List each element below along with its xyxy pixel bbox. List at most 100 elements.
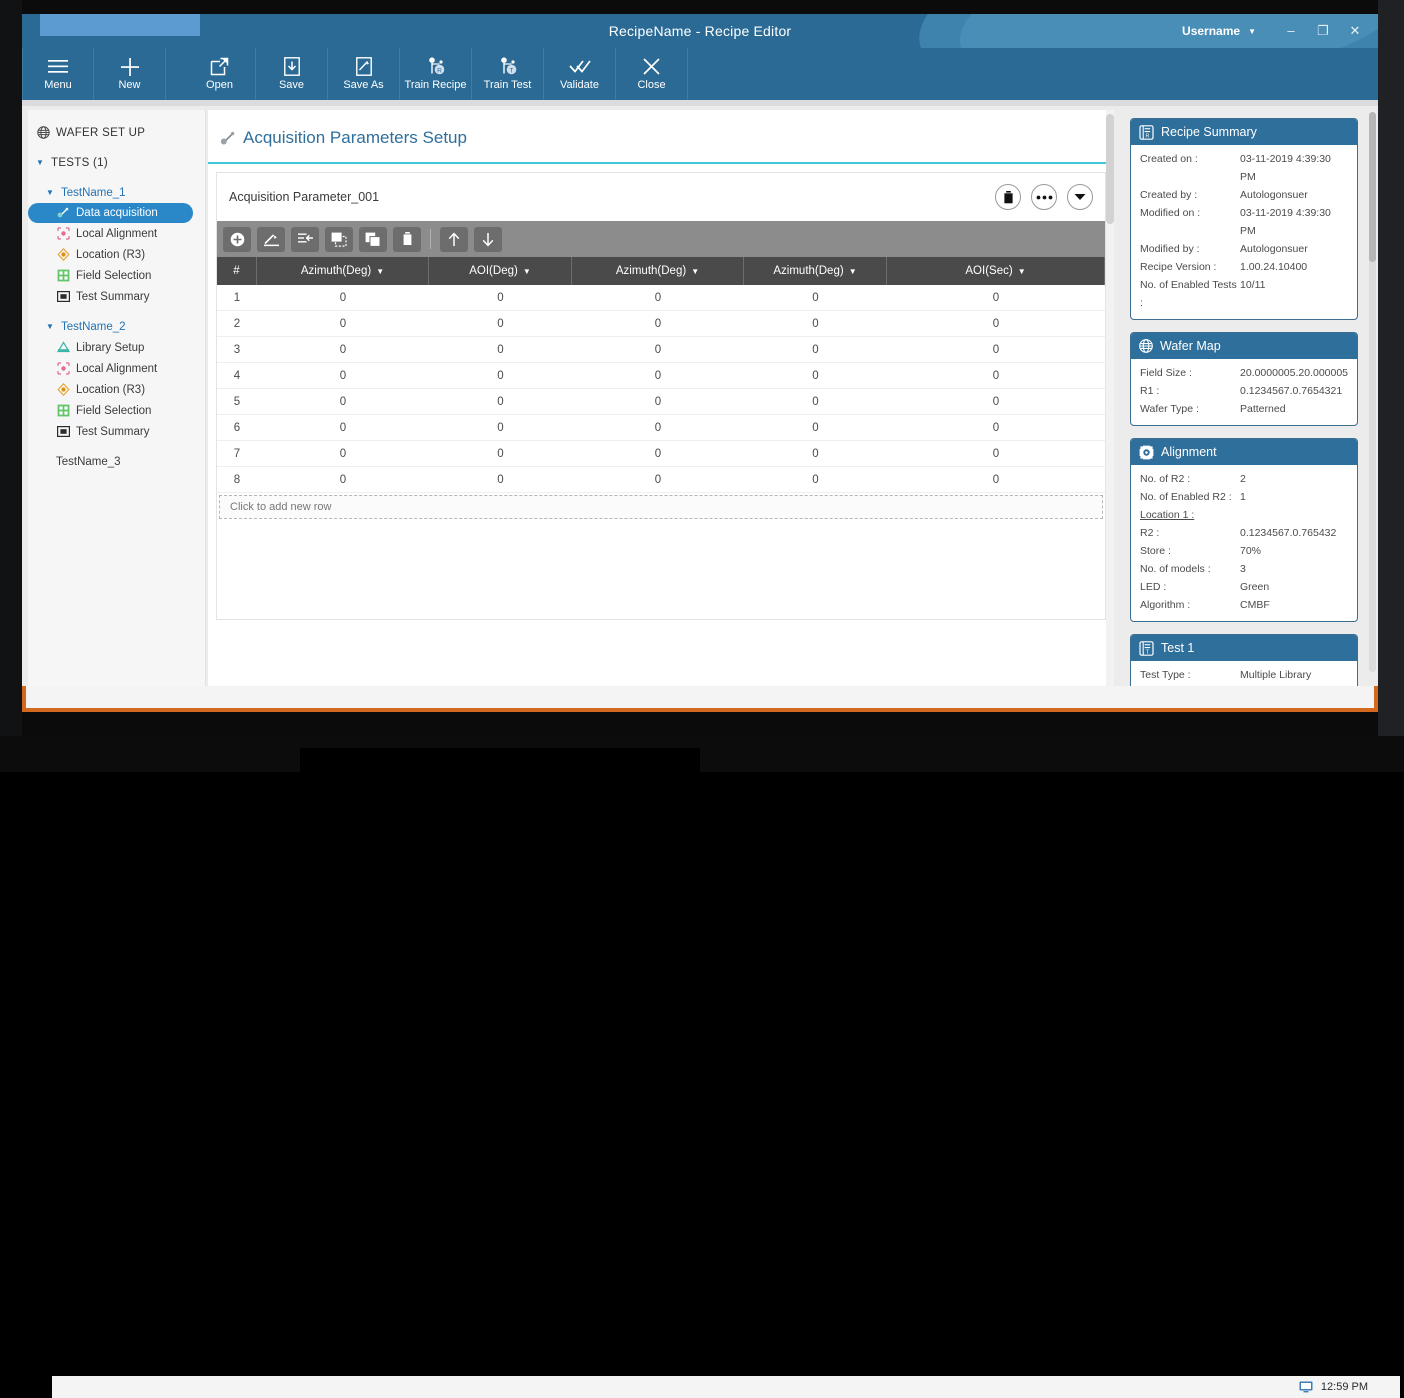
move-up-icon[interactable] xyxy=(440,226,468,252)
trash-icon[interactable] xyxy=(995,184,1021,210)
close-recipe-button[interactable]: Close xyxy=(616,48,688,100)
column-header-aoi-sec[interactable]: AOI(Sec) ▼ xyxy=(887,257,1105,285)
table-cell[interactable]: 0 xyxy=(572,363,744,388)
table-cell[interactable]: 0 xyxy=(887,467,1105,492)
close-window-button[interactable]: ✕ xyxy=(1340,14,1370,48)
sidebar-item-field-selection-2[interactable]: Field Selection xyxy=(28,400,205,421)
summary-card-header[interactable]: T Test 1 xyxy=(1131,635,1357,661)
sidebar-item-wafer-set-up[interactable]: WAFER SET UP xyxy=(28,122,205,143)
sidebar-item-field-selection-1[interactable]: Field Selection xyxy=(28,265,205,286)
card-name-label[interactable]: Acquisition Parameter_001 xyxy=(229,190,379,204)
table-cell[interactable]: 0 xyxy=(744,311,887,336)
table-cell[interactable]: 0 xyxy=(887,363,1105,388)
sidebar-item-testname-1[interactable]: ▼ TestName_1 xyxy=(28,182,205,203)
sidebar-item-local-alignment-2[interactable]: Local Alignment xyxy=(28,358,205,379)
row-index-cell[interactable]: 2 xyxy=(217,311,257,336)
sidebar-item-location-r3-2[interactable]: Location (R3) xyxy=(28,379,205,400)
row-index-cell[interactable]: 1 xyxy=(217,285,257,310)
table-cell[interactable]: 0 xyxy=(744,389,887,414)
sidebar-item-test-summary-1[interactable]: Test Summary xyxy=(28,286,205,307)
side-panel-scrollbar-thumb[interactable] xyxy=(1369,112,1376,262)
sidebar-item-location-r3-1[interactable]: Location (R3) xyxy=(28,244,205,265)
minimize-button[interactable]: – xyxy=(1276,14,1306,48)
row-index-cell[interactable]: 3 xyxy=(217,337,257,362)
table-row[interactable]: 600000 xyxy=(217,415,1105,441)
summary-card-header[interactable]: Alignment xyxy=(1131,439,1357,465)
row-index-cell[interactable]: 8 xyxy=(217,467,257,492)
table-cell[interactable]: 0 xyxy=(744,441,887,466)
more-options-icon[interactable] xyxy=(1031,184,1057,210)
table-cell[interactable]: 0 xyxy=(887,415,1105,440)
sidebar-group-tests[interactable]: ▼ TESTS (1) xyxy=(28,152,205,173)
table-row[interactable]: 400000 xyxy=(217,363,1105,389)
column-header-index[interactable]: # xyxy=(217,257,257,285)
table-cell[interactable]: 0 xyxy=(887,285,1105,310)
sidebar-item-test-summary-2[interactable]: Test Summary xyxy=(28,421,205,442)
table-cell[interactable]: 0 xyxy=(744,285,887,310)
sidebar-item-library-setup[interactable]: Library Setup xyxy=(28,337,205,358)
table-cell[interactable]: 0 xyxy=(744,337,887,362)
username-chevron-down-icon[interactable]: ▼ xyxy=(1248,27,1256,36)
table-cell[interactable]: 0 xyxy=(744,467,887,492)
table-cell[interactable]: 0 xyxy=(572,467,744,492)
add-new-row-placeholder[interactable]: Click to add new row xyxy=(219,495,1103,519)
table-cell[interactable]: 0 xyxy=(257,363,429,388)
table-cell[interactable]: 0 xyxy=(257,337,429,362)
table-cell[interactable]: 0 xyxy=(429,311,572,336)
chevron-down-icon[interactable]: ▼ xyxy=(36,158,45,167)
chevron-down-icon[interactable] xyxy=(1067,184,1093,210)
table-cell[interactable]: 0 xyxy=(572,389,744,414)
delete-icon[interactable] xyxy=(393,226,421,252)
sidebar-item-testname-2[interactable]: ▼ TestName_2 xyxy=(28,316,205,337)
chevron-down-icon[interactable]: ▼ xyxy=(46,188,55,197)
table-row[interactable]: 200000 xyxy=(217,311,1105,337)
duplicate-icon[interactable] xyxy=(325,226,353,252)
table-cell[interactable]: 0 xyxy=(572,311,744,336)
table-row[interactable]: 100000 xyxy=(217,285,1105,311)
summary-card-header[interactable]: Wafer Map xyxy=(1131,333,1357,359)
summary-card-header[interactable]: R Recipe Summary xyxy=(1131,119,1357,145)
sort-descending-icon[interactable]: ▼ xyxy=(849,267,857,276)
train-recipe-button[interactable]: R Train Recipe xyxy=(400,48,472,100)
table-cell[interactable]: 0 xyxy=(572,337,744,362)
table-cell[interactable]: 0 xyxy=(572,441,744,466)
table-cell[interactable]: 0 xyxy=(572,285,744,310)
row-index-cell[interactable]: 5 xyxy=(217,389,257,414)
open-button[interactable]: Open xyxy=(184,48,256,100)
table-cell[interactable]: 0 xyxy=(257,415,429,440)
table-cell[interactable]: 0 xyxy=(887,441,1105,466)
save-as-button[interactable]: Save As xyxy=(328,48,400,100)
validate-button[interactable]: Validate xyxy=(544,48,616,100)
table-cell[interactable]: 0 xyxy=(429,285,572,310)
table-cell[interactable]: 0 xyxy=(887,337,1105,362)
table-cell[interactable]: 0 xyxy=(429,415,572,440)
new-button[interactable]: New xyxy=(94,48,166,100)
table-cell[interactable]: 0 xyxy=(429,441,572,466)
table-row[interactable]: 700000 xyxy=(217,441,1105,467)
sidebar-item-data-acquisition[interactable]: Data acquisition xyxy=(28,203,193,223)
table-cell[interactable]: 0 xyxy=(429,389,572,414)
table-row[interactable]: 300000 xyxy=(217,337,1105,363)
table-cell[interactable]: 0 xyxy=(429,363,572,388)
copy-icon[interactable] xyxy=(359,226,387,252)
column-header-azimuth-deg-1[interactable]: Azimuth(Deg) ▼ xyxy=(257,257,429,285)
table-cell[interactable]: 0 xyxy=(887,389,1105,414)
sidebar-item-local-alignment-1[interactable]: Local Alignment xyxy=(28,223,205,244)
table-cell[interactable]: 0 xyxy=(744,415,887,440)
restore-button[interactable]: ❐ xyxy=(1308,14,1338,48)
table-cell[interactable]: 0 xyxy=(257,441,429,466)
chevron-down-icon[interactable]: ▼ xyxy=(46,322,55,331)
taskbar-clock[interactable]: 12:59 PM xyxy=(1321,1381,1368,1393)
move-down-icon[interactable] xyxy=(474,226,502,252)
table-row[interactable]: 800000 xyxy=(217,467,1105,493)
table-cell[interactable]: 0 xyxy=(257,467,429,492)
table-cell[interactable]: 0 xyxy=(257,389,429,414)
sort-descending-icon[interactable]: ▼ xyxy=(523,267,531,276)
sort-descending-icon[interactable]: ▼ xyxy=(376,267,384,276)
table-cell[interactable]: 0 xyxy=(572,415,744,440)
column-header-azimuth-deg-2[interactable]: Azimuth(Deg) ▼ xyxy=(572,257,744,285)
sort-descending-icon[interactable]: ▼ xyxy=(691,267,699,276)
row-index-cell[interactable]: 4 xyxy=(217,363,257,388)
insert-row-icon[interactable] xyxy=(291,226,319,252)
row-index-cell[interactable]: 6 xyxy=(217,415,257,440)
